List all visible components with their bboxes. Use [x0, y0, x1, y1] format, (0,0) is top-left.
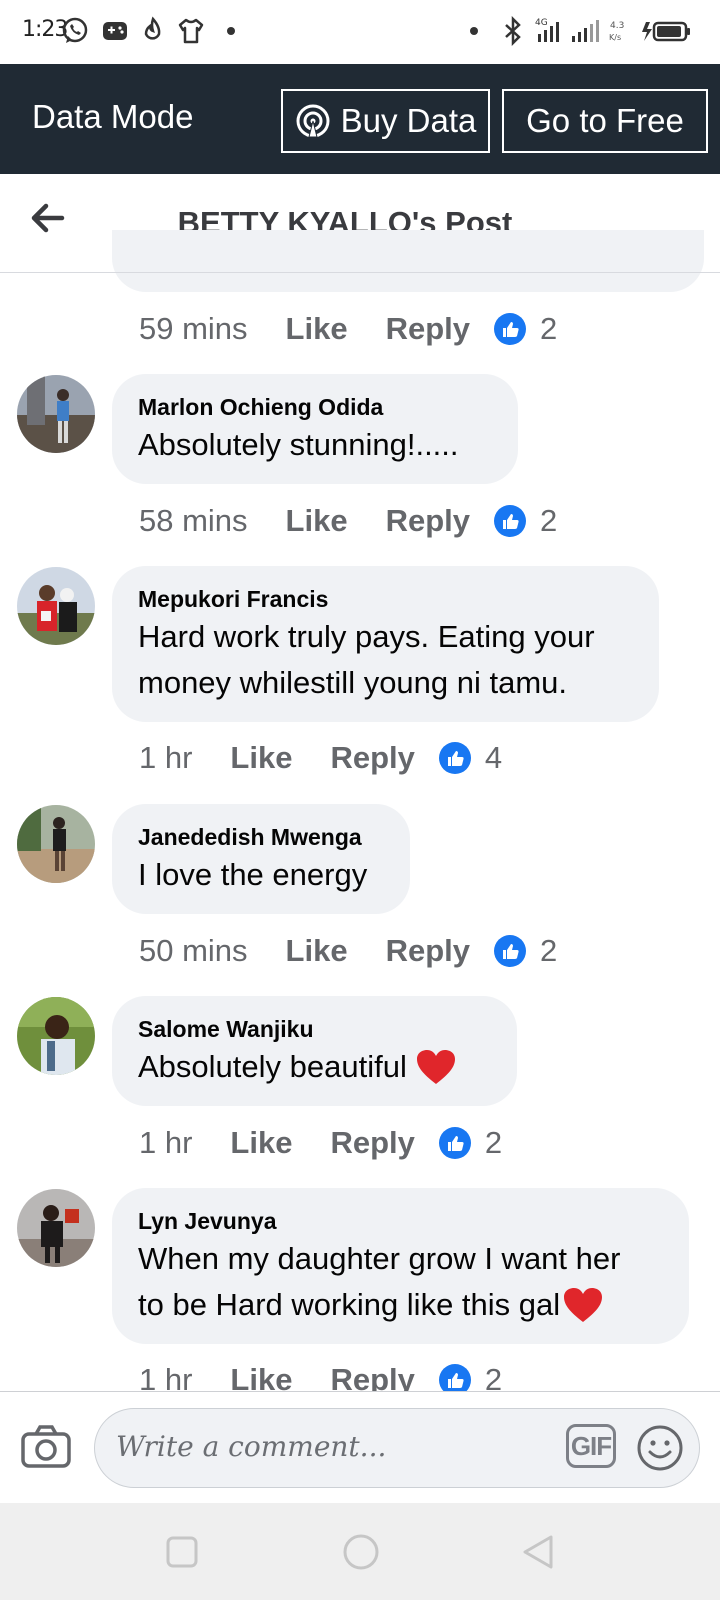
- svg-text:K/s: K/s: [609, 33, 621, 42]
- reply-button[interactable]: Reply: [386, 503, 470, 539]
- gif-label: GIF: [570, 1430, 612, 1461]
- back-triangle-icon[interactable]: [520, 1533, 556, 1571]
- comment-time: 1 hr: [139, 1125, 193, 1160]
- emoji-icon[interactable]: [636, 1424, 684, 1472]
- like-count: 2: [540, 503, 558, 538]
- reply-button[interactable]: Reply: [330, 1125, 414, 1161]
- data-speed-icon: 4.3 K/s: [609, 21, 624, 42]
- comment-author[interactable]: Marlon Ochieng Odida: [138, 394, 383, 421]
- comment-author[interactable]: Lyn Jevunya: [138, 1208, 276, 1235]
- comment-meta: 58 mins Like Reply 2: [139, 501, 557, 541]
- comment-meta: 1 hr Like Reply 4: [139, 738, 502, 778]
- like-reaction-icon: [494, 935, 526, 967]
- camera-icon[interactable]: [20, 1424, 72, 1470]
- comment-time: 50 mins: [139, 933, 248, 968]
- dot-icon: [470, 27, 478, 35]
- reply-button[interactable]: Reply: [386, 933, 470, 969]
- reply-button[interactable]: Reply: [386, 311, 470, 347]
- comment-time: 59 mins: [139, 311, 248, 346]
- notification-dot-icon: [227, 27, 235, 35]
- like-button[interactable]: Like: [286, 503, 348, 539]
- comment-text-row: to be Hard working like this gal: [138, 1282, 604, 1328]
- reply-button[interactable]: Reply: [330, 740, 414, 776]
- svg-text:4.3: 4.3: [610, 21, 624, 31]
- comment-bubble: Janededish Mwenga I love the energy: [112, 804, 410, 914]
- header-divider: [0, 272, 720, 273]
- comment-text: Absolutely stunning!.....: [138, 427, 459, 462]
- like-button[interactable]: Like: [230, 740, 292, 776]
- comment-meta: 50 mins Like Reply 2: [139, 931, 557, 971]
- shirt-icon: [178, 18, 204, 44]
- avatar[interactable]: [17, 375, 95, 453]
- comment-time: 58 mins: [139, 503, 248, 538]
- battery-charging-icon: [642, 21, 690, 42]
- buy-data-button[interactable]: Buy Data: [281, 89, 490, 153]
- like-reaction-icon: [494, 313, 526, 345]
- like-button[interactable]: Like: [230, 1125, 292, 1161]
- bluetooth-icon: [505, 16, 521, 46]
- avatar[interactable]: [17, 805, 95, 883]
- broadcast-icon: [296, 104, 330, 138]
- comment-input-placeholder: Write a comment...: [116, 1430, 387, 1463]
- like-count: 2: [484, 1125, 503, 1160]
- like-count: 2: [540, 933, 558, 968]
- comment-bubble: [112, 230, 704, 292]
- like-reaction-icon: [494, 505, 526, 537]
- comment-author[interactable]: Janededish Mwenga: [138, 824, 362, 851]
- signal-icon: [572, 20, 599, 42]
- comment-bubble: Mepukori Francis Hard work truly pays. E…: [112, 566, 659, 722]
- comment-bubble: Lyn Jevunya When my daughter grow I want…: [112, 1188, 689, 1344]
- comment-time: 1 hr: [139, 740, 193, 775]
- like-count: 4: [484, 740, 503, 775]
- go-to-free-button[interactable]: Go to Free: [502, 89, 708, 153]
- svg-text:4G: 4G: [535, 18, 548, 28]
- whatsapp-icon: [62, 17, 88, 43]
- avatar[interactable]: [17, 997, 95, 1075]
- comment-text-line: to be Hard working like this gal: [138, 1287, 561, 1322]
- comment-text-row: Absolutely beautiful: [138, 1044, 457, 1090]
- comment-bubble: Salome Wanjiku Absolutely beautiful: [112, 996, 517, 1106]
- signal-4g-icon: 4G: [535, 18, 559, 42]
- comment-text-line: money whilestill young ni tamu.: [138, 665, 568, 700]
- like-reaction-icon: [438, 742, 471, 774]
- comment-meta: 59 mins Like Reply 2: [139, 309, 557, 349]
- red-heart-icon: [416, 1050, 455, 1084]
- like-button[interactable]: Like: [286, 933, 348, 969]
- avatar[interactable]: [17, 567, 95, 645]
- go-to-free-label: Go to Free: [526, 102, 684, 139]
- gif-button[interactable]: GIF: [566, 1424, 616, 1468]
- comment-meta: 1 hr Like Reply 2: [139, 1123, 502, 1163]
- game-icon: [103, 22, 127, 40]
- red-heart-icon: [564, 1288, 603, 1322]
- comment-author[interactable]: Mepukori Francis: [138, 586, 328, 613]
- comment-author[interactable]: Salome Wanjiku: [138, 1016, 314, 1043]
- comment-bubble: Marlon Ochieng Odida Absolutely stunning…: [112, 374, 518, 484]
- recents-square-icon[interactable]: [165, 1535, 199, 1569]
- comment-text: I love the energy: [138, 857, 368, 892]
- data-mode-label: Data Mode: [32, 98, 194, 135]
- status-bar: 1:23 4G 4.3 K/s: [0, 0, 720, 64]
- comment-text-line: Hard work truly pays. Eating your: [138, 619, 595, 654]
- flame-icon: [144, 16, 161, 40]
- avatar[interactable]: [17, 1189, 95, 1267]
- like-reaction-icon: [438, 1127, 471, 1159]
- buy-data-label: Buy Data: [340, 102, 477, 139]
- like-count: 2: [540, 311, 558, 346]
- like-button[interactable]: Like: [286, 311, 348, 347]
- comment-text-line: When my daughter grow I want her: [138, 1241, 621, 1276]
- comment-text: Absolutely beautiful: [138, 1049, 407, 1084]
- home-circle-icon[interactable]: [342, 1533, 380, 1571]
